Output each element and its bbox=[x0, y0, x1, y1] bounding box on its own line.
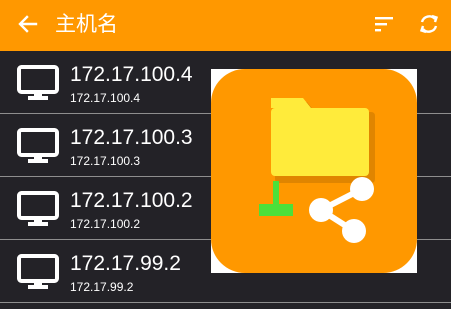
host-address: 172.17.100.2 bbox=[70, 217, 141, 231]
app-logo-overlay bbox=[211, 69, 417, 273]
refresh-icon[interactable] bbox=[414, 9, 444, 39]
host-name: 172.17.99.2 bbox=[70, 252, 181, 275]
monitor-icon bbox=[17, 65, 59, 103]
share-icon bbox=[309, 177, 374, 243]
monitor-icon bbox=[17, 128, 59, 166]
host-name: 172.17.100.3 bbox=[70, 126, 193, 149]
host-address: 172.17.100.3 bbox=[70, 154, 141, 168]
host-name: 172.17.100.4 bbox=[70, 63, 193, 86]
host-address: 172.17.99.2 bbox=[70, 280, 134, 294]
folder-icon bbox=[271, 98, 375, 183]
host-address: 172.17.100.4 bbox=[70, 91, 141, 105]
back-arrow-icon[interactable] bbox=[14, 10, 42, 38]
monitor-icon bbox=[17, 191, 59, 229]
host-name: 172.17.100.2 bbox=[70, 189, 193, 212]
app-logo bbox=[259, 98, 375, 243]
page-title: 主机名 bbox=[55, 12, 118, 36]
sort-icon[interactable] bbox=[369, 10, 399, 38]
download-icon bbox=[259, 181, 293, 216]
monitor-icon bbox=[17, 254, 59, 292]
app-bar: 主机名 bbox=[0, 0, 451, 51]
